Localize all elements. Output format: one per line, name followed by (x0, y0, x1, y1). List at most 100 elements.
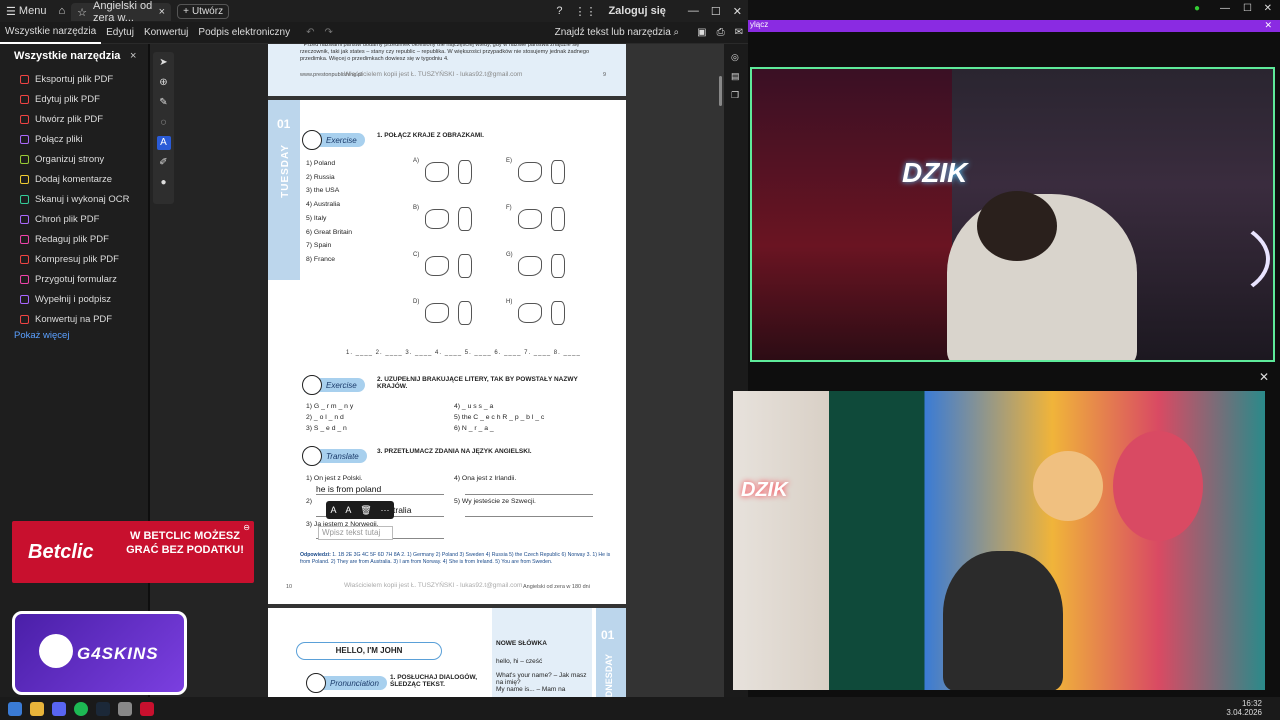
maximize-icon[interactable]: ☐ (705, 0, 727, 22)
tool-item[interactable]: Eksportuj plik PDF (20, 72, 113, 86)
help-icon[interactable]: ? (550, 0, 568, 22)
home-icon[interactable]: ⌂ (52, 0, 71, 22)
create-button[interactable]: + Utwórz (177, 3, 230, 19)
tool-label: Eksportuj plik PDF (35, 73, 114, 85)
close-icon[interactable]: ✕ (1264, 3, 1272, 14)
typed-answer-1[interactable]: he is from poland (316, 484, 381, 494)
save-icon[interactable]: ▣ (692, 22, 711, 44)
tool-item[interactable]: Wypełnij i podpisz (20, 292, 111, 306)
pronunciation-title: 1. POSŁUCHAJ DIALOGÓW, ŚLEDZĄC TEKST. (390, 674, 478, 688)
tool-icon (20, 154, 29, 164)
app-icon[interactable] (118, 701, 132, 716)
undo-icon[interactable]: ↶ (301, 22, 319, 44)
answers-text: 1. 1B 2E 3G 4C 5F 6D 7H 8A 2. 1) Germany… (300, 552, 611, 565)
zoom-icon[interactable]: ⊕ (157, 76, 171, 90)
tool-item[interactable]: Chroń plik PDF (20, 212, 99, 226)
day-number: 01 (601, 628, 615, 642)
vocab-entry: What's your name? – Jak masz na imię? (496, 672, 587, 686)
highlight-pen-icon[interactable]: ✎ (157, 96, 171, 110)
more-icon[interactable]: ··· (381, 505, 390, 515)
document-tab[interactable]: ☆ Angielski od zera w... × (71, 0, 172, 24)
picture-letter: E) (506, 158, 512, 164)
country-item: 1) Poland (306, 160, 336, 167)
decrease-font-icon[interactable]: A (330, 505, 336, 515)
close-panel-icon[interactable]: × (130, 50, 136, 62)
minimize-icon[interactable]: — (682, 0, 705, 22)
answer-blanks: 1. ____ 2. ____ 3. ____ 4. ____ 5. ____ … (346, 350, 581, 356)
close-icon[interactable]: ✕ (1264, 20, 1272, 31)
color-dot-icon[interactable]: ● (157, 176, 171, 190)
minimize-icon[interactable]: — (1220, 3, 1230, 14)
tool-label: Konwertuj na PDF (35, 313, 113, 325)
tool-icon (20, 214, 29, 224)
fill-letters-item: 2) _ o l _ n d (306, 414, 344, 421)
typed-answer-2[interactable]: tralia (393, 505, 411, 515)
tool-item[interactable]: Kompresuj plik PDF (20, 252, 119, 266)
landmark-sketch (458, 207, 472, 231)
tool-icon (20, 94, 29, 104)
windows-start-icon[interactable] (8, 701, 22, 716)
show-more-link[interactable]: Pokaż więcej (14, 330, 69, 341)
close-ad-icon: ⊖ (243, 523, 250, 532)
increase-font-icon[interactable]: A (345, 505, 351, 515)
maximize-icon[interactable]: ☐ (1243, 3, 1252, 14)
tool-item[interactable]: Połącz pliki (20, 132, 83, 146)
page-thumb-icon[interactable]: ▤ (731, 71, 740, 82)
tool-item[interactable]: Redaguj plik PDF (20, 232, 109, 246)
scrollbar[interactable] (719, 76, 722, 106)
close-tab-icon[interactable]: × (159, 6, 165, 18)
menu-button[interactable]: ☰ Menu (0, 0, 52, 22)
watermark: Właścicielem kopii jest Ł. TUSZYŃSKI - l… (344, 71, 523, 78)
landmark-sketch (551, 301, 565, 325)
tool-item[interactable]: Przygotuj formularz (20, 272, 117, 286)
system-clock[interactable]: 16:32 3.04.2026 (1226, 699, 1262, 717)
steam-icon[interactable] (96, 701, 110, 716)
tool-item[interactable]: Edytuj plik PDF (20, 92, 100, 106)
draw-icon[interactable]: ✐ (157, 156, 171, 170)
add-text-icon[interactable]: A (156, 136, 171, 150)
landmark-sketch (551, 160, 565, 184)
country-outline (425, 303, 449, 323)
day-name: WEDNESDAY (604, 654, 614, 697)
cursor-icon[interactable]: ➤ (157, 56, 171, 70)
tool-item[interactable]: Skanuj i wykonaj OCR (20, 192, 130, 206)
picture-letter: B) (413, 205, 419, 211)
picture-letter: F) (506, 205, 512, 211)
menu-edit[interactable]: Edytuj (101, 22, 139, 44)
exercise-badge-2: Exercise (302, 375, 365, 395)
tool-item[interactable]: Konwertuj na PDF (20, 312, 112, 326)
acrobat-icon[interactable] (140, 701, 154, 716)
search-tools-button[interactable]: Znajdź tekst lub narzędzia ⌕ (550, 22, 685, 44)
menu-esign[interactable]: Podpis elektroniczny (193, 22, 295, 44)
country-outline (425, 209, 449, 229)
print-icon[interactable]: ⎙ (712, 22, 730, 44)
share-icon[interactable]: ◎ (731, 52, 739, 63)
country-item: 3) the USA (306, 187, 340, 195)
discord-icon[interactable] (52, 701, 66, 716)
bar-label[interactable]: ylącz (750, 20, 768, 29)
close-window-icon[interactable]: ✕ (727, 0, 748, 22)
red-light (752, 69, 952, 360)
apps-grid-icon[interactable]: ⋮⋮ (568, 0, 602, 22)
title-bar: ☰ Menu ⌂ ☆ Angielski od zera w... × + Utwór… (0, 0, 748, 24)
menu-all-tools[interactable]: Wszystkie narzędzia (0, 22, 102, 44)
page-11-fragment: 01 WEDNESDAY HELLO, I'M JOHN Pronunciati… (268, 608, 626, 697)
close-cam-icon[interactable]: ✕ (1259, 370, 1269, 384)
login-button[interactable]: Zaloguj się (602, 0, 671, 22)
tool-item[interactable]: Organizuj strony (20, 152, 104, 166)
tool-item[interactable]: Utwórz plik PDF (20, 112, 103, 126)
clock-date: 3.04.2026 (1226, 708, 1262, 717)
tool-item[interactable]: Dodaj komentarze (20, 172, 112, 186)
delete-icon[interactable]: 🗑 (360, 505, 371, 516)
spotify-icon[interactable] (74, 701, 88, 716)
text-input-box[interactable]: Wpisz tekst tutaj (318, 526, 393, 540)
redo-icon[interactable]: ↷ (320, 22, 338, 44)
landmark-sketch (458, 160, 472, 184)
mail-icon[interactable]: ✉ (730, 22, 748, 44)
menu-convert[interactable]: Konwertuj (139, 22, 193, 44)
lasso-icon[interactable]: ◌ (157, 116, 171, 130)
picture-letter: H) (506, 299, 513, 305)
chrome-icon[interactable] (30, 701, 44, 716)
document-view[interactable]: * Przed nazwami państw dodamy przedimek … (268, 44, 724, 697)
copy-icon[interactable]: ❐ (731, 90, 739, 101)
